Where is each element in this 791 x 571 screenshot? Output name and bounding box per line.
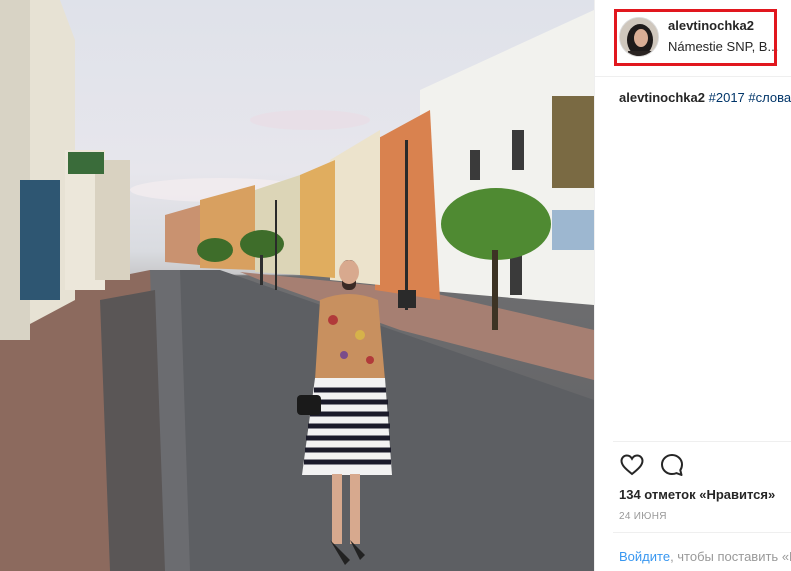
avatar[interactable] bbox=[619, 17, 659, 57]
divider bbox=[613, 441, 791, 442]
login-link[interactable]: Войдите bbox=[619, 549, 670, 564]
street-photo-illustration bbox=[0, 0, 594, 571]
avatar-photo bbox=[620, 18, 658, 56]
post-author-username[interactable]: alevtinochka2 bbox=[668, 18, 754, 33]
login-prompt: Войдите, чтобы поставить «Нравится» bbox=[619, 549, 791, 564]
post-header: alevtinochka2 Námestie SNP, B... bbox=[595, 0, 791, 77]
heart-icon[interactable] bbox=[619, 452, 645, 478]
caption-hashtags[interactable]: #2017 #слова bbox=[709, 90, 791, 105]
post-caption: alevtinochka2 #2017 #слова bbox=[619, 90, 791, 105]
login-prompt-text: , чтобы поставить «Нравится» bbox=[670, 549, 791, 564]
caption-username[interactable]: alevtinochka2 bbox=[619, 90, 705, 105]
likes-count[interactable]: 134 отметок «Нравится» bbox=[619, 487, 775, 502]
post-photo[interactable] bbox=[0, 0, 594, 571]
divider bbox=[613, 532, 791, 533]
post-date[interactable]: 24 ИЮНЯ bbox=[619, 511, 667, 522]
comment-icon[interactable] bbox=[659, 452, 685, 478]
post-location[interactable]: Námestie SNP, B... bbox=[668, 39, 786, 54]
post-sidebar: alevtinochka2 Námestie SNP, B... alevtin… bbox=[594, 0, 791, 571]
